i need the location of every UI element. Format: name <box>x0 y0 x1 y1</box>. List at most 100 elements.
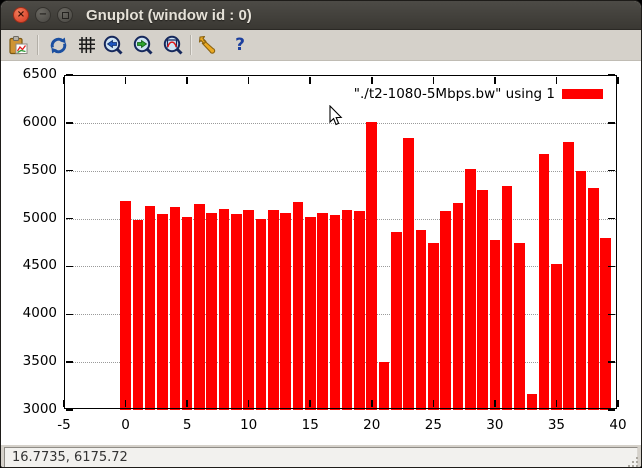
bar <box>477 190 488 410</box>
y-tick <box>66 218 73 220</box>
x-axis-tick-label: 0 <box>109 417 143 433</box>
y-tick <box>66 409 73 411</box>
bar <box>354 211 365 410</box>
chart-legend: "./t2-1080-5Mbps.bw" using 1 <box>354 86 603 102</box>
bar <box>588 188 599 410</box>
x-tick <box>617 77 619 84</box>
question-mark-icon: ? <box>235 35 245 55</box>
window-title: Gnuplot (window id : 0) <box>86 7 252 24</box>
copy-chart-icon <box>8 35 29 56</box>
x-tick <box>186 400 188 407</box>
x-tick <box>494 77 496 84</box>
wrench-icon <box>197 34 219 56</box>
x-tick <box>186 77 188 84</box>
coordinate-readout-field: 16.7735, 6175.72 <box>4 447 638 468</box>
bar <box>206 213 217 410</box>
plot-canvas[interactable]: "./t2-1080-5Mbps.bw" using 1 30003500400… <box>1 61 641 445</box>
bar <box>219 209 230 410</box>
toolbar-separator <box>190 35 192 55</box>
y-tick <box>608 218 615 220</box>
y-axis-tick-label: 3500 <box>1 353 57 369</box>
bar <box>502 186 513 410</box>
bar <box>539 154 550 410</box>
x-axis-tick-label: 30 <box>478 417 512 433</box>
next-zoom-button[interactable] <box>132 34 154 56</box>
x-axis-tick-label: 40 <box>601 417 635 433</box>
options-button[interactable] <box>197 34 219 56</box>
previous-zoom-button[interactable] <box>102 34 124 56</box>
toolbar: ? <box>1 30 641 61</box>
x-tick <box>556 77 558 84</box>
bar <box>145 206 156 410</box>
y-tick <box>66 361 73 363</box>
help-button[interactable]: ? <box>229 34 251 56</box>
x-tick <box>433 77 435 84</box>
grid-line <box>66 171 616 172</box>
close-button[interactable]: × <box>13 7 29 23</box>
y-tick <box>608 361 615 363</box>
refresh-icon <box>48 35 69 56</box>
x-tick <box>371 400 373 407</box>
y-tick <box>66 314 73 316</box>
minimize-button[interactable]: − <box>35 7 51 23</box>
bar <box>256 219 267 410</box>
grid-icon <box>78 36 96 54</box>
titlebar: × − Gnuplot (window id : 0) <box>1 1 641 30</box>
replot-button[interactable] <box>47 34 69 56</box>
y-axis-tick-label: 4000 <box>1 305 57 321</box>
y-axis-tick-label: 6500 <box>1 66 57 82</box>
y-tick <box>66 74 73 76</box>
legend-color-swatch <box>562 89 603 99</box>
x-axis-tick-label: 10 <box>232 417 266 433</box>
bar <box>490 240 501 410</box>
x-tick <box>433 400 435 407</box>
bar <box>170 207 181 410</box>
x-axis-tick-label: 20 <box>355 417 389 433</box>
x-tick <box>494 400 496 407</box>
resize-grip[interactable] <box>626 455 638 467</box>
bar <box>182 217 193 410</box>
bar <box>280 213 291 410</box>
grid-line <box>66 123 616 124</box>
bar <box>514 243 525 411</box>
bar <box>305 217 316 410</box>
y-axis-tick-label: 3000 <box>1 401 57 417</box>
cursor-coordinates: 16.7735, 6175.72 <box>5 450 128 465</box>
autoscale-button[interactable] <box>162 34 184 56</box>
bar <box>293 202 304 410</box>
x-tick <box>63 77 65 84</box>
bar <box>600 238 611 410</box>
bar <box>453 203 464 410</box>
bar <box>416 230 427 410</box>
bar <box>231 214 242 410</box>
x-tick <box>125 400 127 407</box>
toggle-grid-button[interactable] <box>76 34 98 56</box>
bar <box>527 394 538 410</box>
bar <box>342 210 353 410</box>
bar <box>440 211 451 410</box>
maximize-button[interactable] <box>57 7 73 23</box>
x-tick <box>617 400 619 407</box>
y-tick <box>66 266 73 268</box>
bar <box>194 204 205 410</box>
bar <box>428 243 439 411</box>
zoom-autoscale-icon <box>163 35 184 56</box>
bar <box>576 171 587 410</box>
bar <box>120 201 131 410</box>
x-axis-tick-label: 35 <box>539 417 573 433</box>
x-tick <box>125 77 127 84</box>
x-tick <box>556 400 558 407</box>
x-tick <box>248 77 250 84</box>
y-tick <box>608 409 615 411</box>
x-axis-tick-label: 25 <box>416 417 450 433</box>
x-tick <box>371 77 373 84</box>
bar <box>391 232 402 410</box>
statusbar: 16.7735, 6175.72 <box>1 445 641 468</box>
x-axis-tick-label: 15 <box>293 417 327 433</box>
bar <box>551 264 562 410</box>
x-tick <box>309 77 311 84</box>
x-tick <box>63 400 65 407</box>
bar <box>243 210 254 410</box>
x-tick <box>248 400 250 407</box>
copy-to-clipboard-button[interactable] <box>7 34 29 56</box>
